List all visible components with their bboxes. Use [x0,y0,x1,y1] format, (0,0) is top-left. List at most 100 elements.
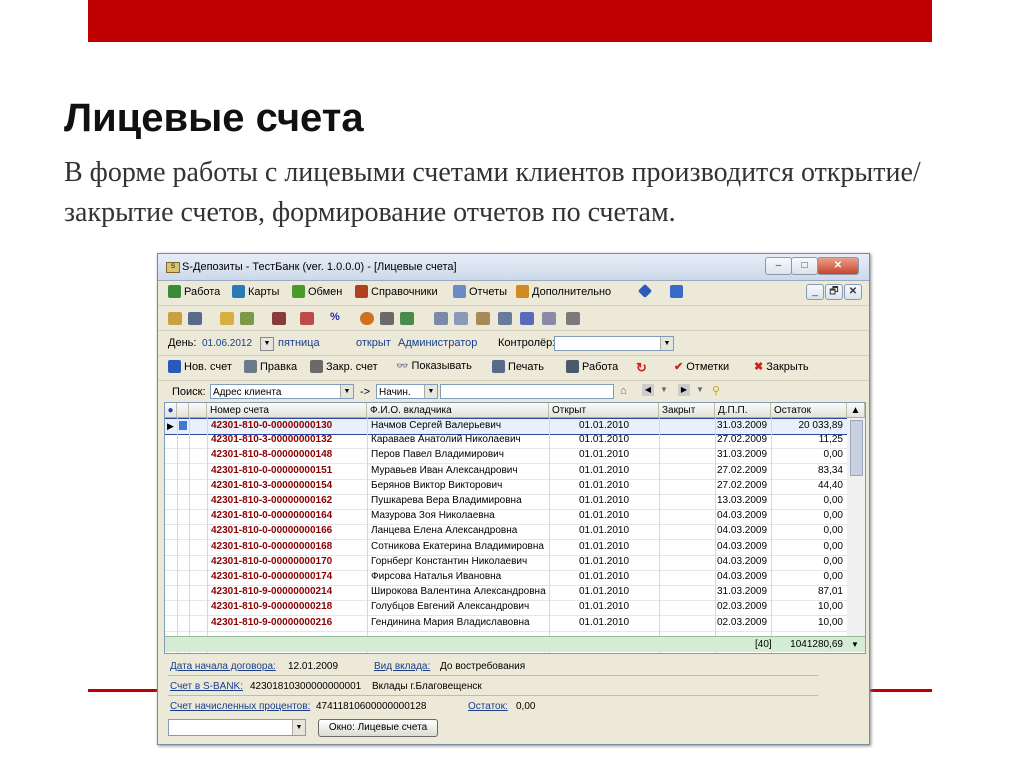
header-balance[interactable]: Остаток [771,403,847,418]
balance-cell: 0,00 [823,555,843,567]
interest-account-value: 47411810600000000128 [316,701,427,712]
marks-button[interactable]: ✔ Отметки [674,360,729,374]
close-form-button[interactable]: ✖ Закрыть [754,360,809,374]
window-button[interactable]: Окно: Лицевые счета [318,719,438,737]
close-account-button[interactable]: Закр. счет [310,360,378,373]
day-dropdown-icon[interactable]: ▼ [260,337,274,351]
chevron-down-icon[interactable]: ▼ [851,637,859,652]
close-button[interactable]: ✕ [817,257,859,275]
menu-reports[interactable]: Отчеты [453,285,507,298]
work-window-icon [566,360,579,373]
register-icon[interactable] [272,312,286,325]
balance-label[interactable]: Остаток: [468,701,508,712]
table-row[interactable]: 42301-810-0-00000000166 Ланцева Елена Але… [165,524,865,541]
home-icon[interactable]: ⌂ [620,385,627,397]
table-row[interactable]: 42301-810-8-00000000148 Перов Павел Влади… [165,448,865,465]
percent-icon[interactable]: % [330,311,340,323]
report-plus-icon[interactable] [300,312,314,325]
menu-cards[interactable]: Карты [232,285,279,298]
table-row[interactable]: 42301-810-9-00000000214 Широкова Валентин… [165,585,865,602]
document-icon[interactable] [498,312,512,325]
scroll-up-icon[interactable]: ▲ [847,403,865,418]
edit-icon [244,360,257,373]
dpp-cell: 31.03.2009 [717,449,768,461]
minimize-button[interactable]: – [765,257,792,275]
edit-button[interactable]: Правка [244,360,297,373]
dpp-cell: 31.03.2009 [717,586,768,598]
header-name[interactable]: Ф.И.О. вкладчика [367,403,549,418]
mdi-close-button[interactable]: ✕ [844,284,862,300]
table-row[interactable]: 42301-810-3-00000000154 Берянов Виктор Ви… [165,479,865,495]
next-icon[interactable]: ▶ [678,384,690,396]
header-closed[interactable]: Закрыт [659,403,715,418]
action-toolbar: Нов. счет Правка Закр. счет 👓 Показывать … [158,356,869,381]
binoculars-icon[interactable]: ⚲ [712,384,720,397]
menu-exchange[interactable]: Обмен [292,285,342,298]
balance-cell: 0,00 [823,495,843,506]
form-icon[interactable] [520,312,534,325]
transfer-icon[interactable] [400,312,414,325]
person-icon[interactable] [360,312,374,325]
show-button[interactable]: 👓 Показывать [396,360,472,372]
deposit-type-label[interactable]: Вид вклада: [374,661,430,672]
search-field-select[interactable]: Адрес клиента ▼ [210,384,354,399]
footer-total: 1041280,69 [790,639,843,650]
calculator-icon[interactable] [566,312,580,325]
navigator-icon[interactable] [637,283,653,299]
book-icon[interactable] [670,285,683,298]
table-row[interactable]: 42301-810-9-00000000218 Голубцов Евгений … [165,600,865,617]
edit-doc-icon[interactable] [188,312,202,325]
mdi-minimize-button[interactable]: _ [806,284,824,300]
refresh-button[interactable]: ↻ [636,360,647,376]
scroll-thumb[interactable] [850,420,863,476]
account-cell: 42301-810-0-00000000166 [211,525,333,537]
prev-icon[interactable]: ◀ [642,384,654,396]
print-button[interactable]: Печать [492,360,544,373]
mdi-restore-button[interactable]: 🗗 [825,284,843,300]
menu-additional[interactable]: Дополнительно [516,285,611,298]
table-row[interactable]: 42301-810-3-00000000132 Караваев Анатолий… [165,433,865,450]
menu-work[interactable]: Работа [168,285,220,298]
balance-cell: 87,01 [817,586,843,598]
new-account-button[interactable]: Нов. счет [168,360,232,373]
table-row[interactable]: 42301-810-9-00000000216 Гендинина Мария В… [165,616,865,632]
header-opened[interactable]: Открыт [549,403,659,418]
name-cell: Ланцева Елена Александровна [371,525,518,537]
table-row[interactable]: 42301-810-0-00000000168 Сотникова Екатери… [165,540,865,556]
table-row[interactable]: 42301-810-0-00000000164 Мазурова Зоя Нико… [165,509,865,526]
controller-select[interactable]: ▼ [554,336,674,351]
chevron-down-icon[interactable]: ▼ [660,385,668,394]
header-dpp[interactable]: Д.П.П. [715,403,771,418]
name-cell: Широкова Валентина Александровна [371,586,546,598]
list-icon[interactable] [434,312,448,325]
name-cell: Голубцов Евгений Александрович [371,601,530,613]
table-row[interactable]: 42301-810-0-00000000151 Муравьев Иван Але… [165,464,865,480]
chevron-down-icon[interactable]: ▼ [696,385,704,394]
calc-icon[interactable] [240,312,254,325]
search-input[interactable] [440,384,614,399]
account-cell: 42301-810-0-00000000174 [211,571,333,582]
vertical-scrollbar[interactable] [847,418,865,636]
table-row[interactable]: 42301-810-0-00000000170 Горнберг Констант… [165,555,865,571]
interest-account-label[interactable]: Счет начисленных процентов: [170,701,310,712]
contract-date-label[interactable]: Дата начала договора: [170,661,276,672]
maximize-button[interactable]: □ [791,257,818,275]
open-folder-icon[interactable] [168,312,182,325]
dpp-cell: 27.02.2009 [717,434,768,446]
sbank-label[interactable]: Счет в S-BANK: [170,681,243,692]
opened-cell: 01.01.2010 [578,540,630,552]
grid-icon[interactable] [454,312,468,325]
cards-print-icon[interactable] [476,312,490,325]
search-mode-select[interactable]: Начин. ▼ [376,384,438,399]
table-row[interactable]: 42301-810-0-00000000174 Фирсова Наталья И… [165,570,865,586]
menu-references[interactable]: Справочники [355,285,438,298]
bottom-combo[interactable]: ▼ [168,719,306,736]
table-icon[interactable] [542,312,556,325]
coins-icon[interactable] [220,312,234,325]
header-account[interactable]: Номер счета [207,403,367,418]
archive-icon[interactable] [380,312,394,325]
work-button[interactable]: Работа [566,360,618,373]
balance-cell: 0,00 [823,525,843,537]
table-row[interactable]: 42301-810-3-00000000162 Пушкарева Вера Вл… [165,494,865,510]
glasses-icon: 👓 [396,360,409,372]
